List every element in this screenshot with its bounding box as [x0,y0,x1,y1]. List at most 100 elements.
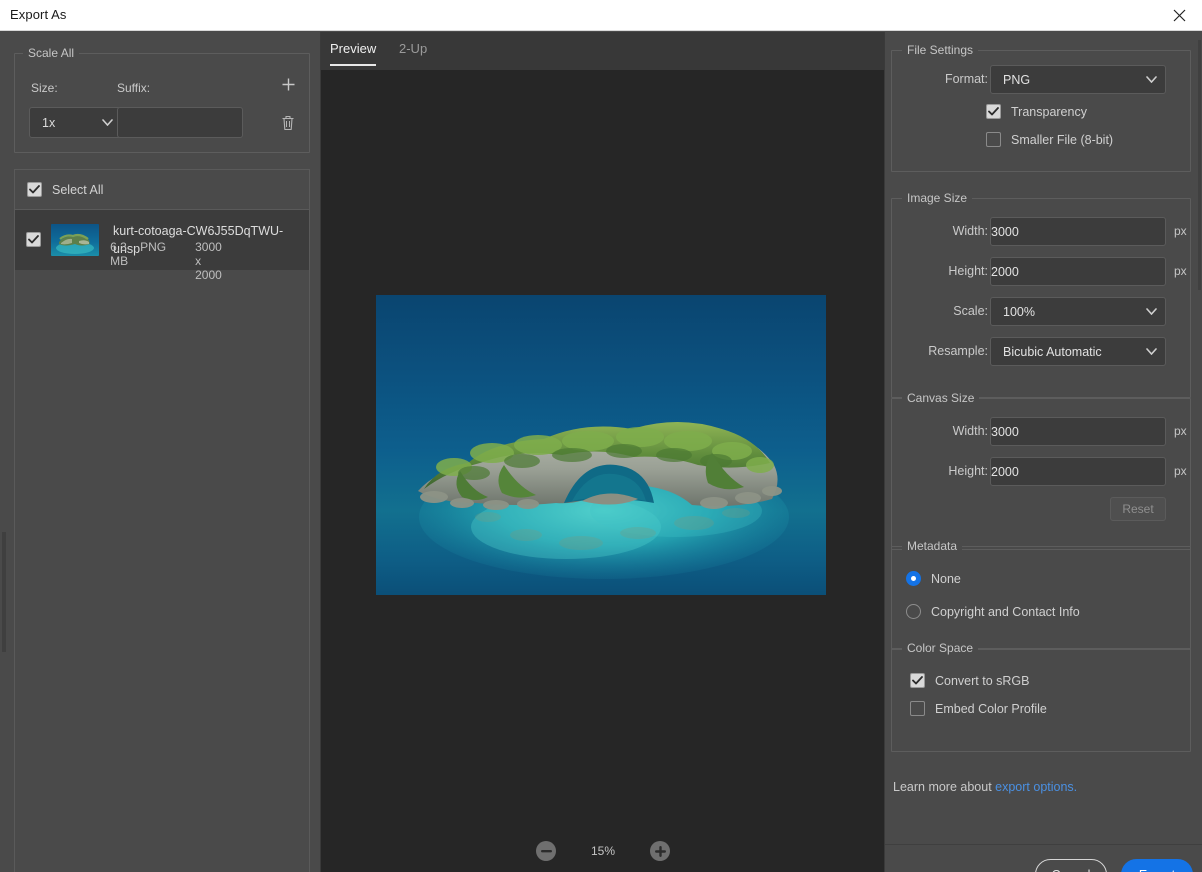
image-width-input[interactable] [990,217,1166,246]
canvas-height-input[interactable] [990,457,1166,486]
image-width-label: Width: [952,224,988,238]
metadata-none-label: None [931,571,961,586]
window-title: Export As [10,7,67,22]
settings-scrollbar[interactable] [1198,40,1201,290]
plus-circle-icon[interactable] [650,841,670,861]
scale-all-legend: Scale All [23,46,80,60]
tab-preview[interactable]: Preview [330,41,377,66]
file-list: kurt-cotoaga-CW6J55DqTWU-unsp PNG 3000 x… [14,209,310,872]
cancel-button[interactable]: Cancel [1035,859,1107,872]
scale-value: 100% [1003,304,1035,319]
help-prefix: Learn more about [893,780,996,794]
title-bar: Export As [0,0,1202,31]
settings-panel: File Settings Format: PNG Transparency S… [884,32,1202,872]
image-width-unit: px [1174,224,1187,238]
zoom-controls: 15% [321,830,885,872]
file-item-checkbox[interactable] [26,231,41,249]
check-icon [912,676,923,685]
list-item[interactable]: kurt-cotoaga-CW6J55DqTWU-unsp PNG 3000 x… [15,210,309,282]
canvas-width-unit: px [1174,424,1187,438]
export-options-link[interactable]: export options. [995,780,1077,794]
file-thumbnail [51,224,99,256]
scale-all-group: Scale All Size: Suffix: 1x [14,46,310,153]
radio-none[interactable] [906,571,921,586]
resample-select[interactable]: Bicubic Automatic [990,337,1166,366]
file-settings-group: File Settings Format: PNG Transparency S… [891,43,1191,172]
format-value: PNG [1003,72,1031,87]
transparency-label: Transparency [1011,104,1087,119]
resample-value: Bicubic Automatic [1003,344,1102,359]
canvas-width-label: Width: [952,424,988,438]
plus-icon[interactable] [277,73,299,95]
export-button[interactable]: Export [1121,859,1193,872]
metadata-option-copyright[interactable]: Copyright and Contact Info [906,604,1080,619]
convert-srgb-row[interactable]: Convert to sRGB [910,673,1029,688]
metadata-copyright-label: Copyright and Contact Info [931,604,1080,619]
suffix-label: Suffix: [117,81,151,95]
smaller-file-label: Smaller File (8-bit) [1011,132,1114,147]
select-all-row[interactable]: Select All [14,169,310,209]
check-icon [28,235,39,244]
left-scrollbar[interactable] [2,532,6,652]
image-size-legend: Image Size [902,191,973,205]
scale-size-value: 1x [42,115,56,130]
footer-divider [885,844,1202,845]
color-space-legend: Color Space [902,641,979,655]
zoom-level: 15% [590,844,616,858]
image-size-group: Image Size Width: px Height: px Scale: 1… [891,191,1191,398]
resample-label: Resample: [928,344,988,358]
export-as-dialog: Export As Scale All Size: Suffix: 1x Sel… [0,0,1202,872]
preview-image [376,295,826,595]
transparency-row[interactable]: Transparency [986,104,1087,119]
transparency-checkbox[interactable] [986,104,1001,119]
check-icon [988,107,999,116]
canvas-width-input[interactable] [990,417,1166,446]
image-height-input[interactable] [990,257,1166,286]
canvas-height-unit: px [1174,464,1187,478]
select-all-checkbox[interactable] [27,181,42,199]
tab-2up[interactable]: 2-Up [399,41,427,66]
reset-button[interactable]: Reset [1110,497,1166,521]
file-settings-legend: File Settings [902,43,979,57]
file-format: PNG [140,240,167,254]
select-all-label: Select All [52,182,104,197]
trash-icon[interactable] [277,111,299,135]
canvas-size-group: Canvas Size Width: px Height: px Reset [891,391,1191,550]
smaller-file-row[interactable]: Smaller File (8-bit) [986,132,1113,147]
chevron-down-icon [1137,76,1165,83]
image-height-label: Height: [948,264,988,278]
close-icon[interactable] [1156,0,1202,31]
preview-panel: Preview 2-Up 15% [320,32,885,872]
preview-area: 15% [321,70,885,872]
convert-srgb-label: Convert to sRGB [935,673,1030,688]
color-space-group: Color Space Convert to sRGB Embed Color … [891,641,1191,752]
file-dimensions: 3000 x 2000 [195,240,222,282]
scale-label: Scale: [953,304,988,318]
metadata-option-none[interactable]: None [906,571,961,586]
minus-circle-icon[interactable] [536,841,556,861]
preview-tabs: Preview 2-Up [321,32,885,70]
metadata-group: Metadata None Copyright and Contact Info [891,539,1191,650]
scale-select[interactable]: 100% [990,297,1166,326]
radio-copyright[interactable] [906,604,921,619]
format-select[interactable]: PNG [990,65,1166,94]
check-icon [29,184,40,193]
canvas-size-legend: Canvas Size [902,391,980,405]
size-label: Size: [31,81,58,95]
suffix-input[interactable] [117,107,243,138]
left-panel: Scale All Size: Suffix: 1x Select All ku… [0,32,320,872]
help-text: Learn more about export options. [893,780,1077,794]
metadata-legend: Metadata [902,539,963,553]
chevron-down-icon [1137,348,1165,355]
format-label: Format: [944,72,988,86]
convert-srgb-checkbox[interactable] [910,673,925,688]
file-meta: kurt-cotoaga-CW6J55DqTWU-unsp PNG 3000 x… [110,222,309,282]
embed-profile-checkbox[interactable] [910,701,925,716]
chevron-down-icon [1137,308,1165,315]
embed-profile-row[interactable]: Embed Color Profile [910,701,1047,716]
smaller-file-checkbox[interactable] [986,132,1001,147]
scale-size-select[interactable]: 1x [29,107,121,138]
file-size: 6.3 MB [110,240,129,268]
canvas-height-label: Height: [948,464,988,478]
image-height-unit: px [1174,264,1187,278]
